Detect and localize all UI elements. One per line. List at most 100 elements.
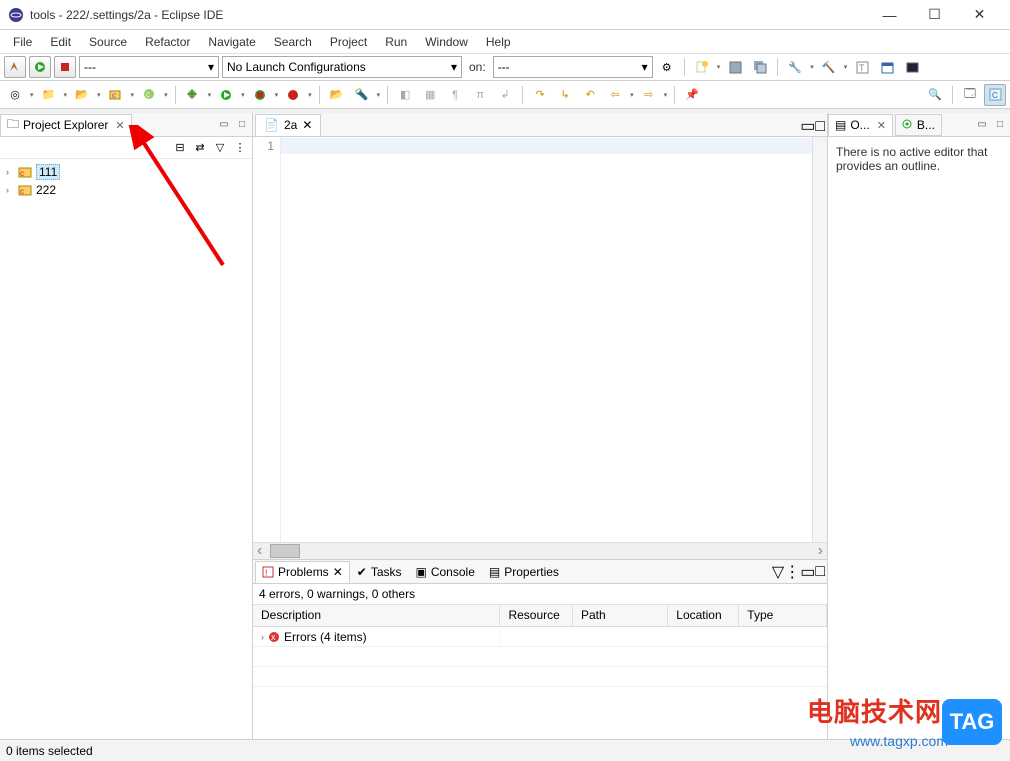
maximize-view-icon[interactable]: □ <box>992 117 1008 133</box>
menu-refactor[interactable]: Refactor <box>136 35 199 49</box>
build-targets-tab[interactable]: B... <box>895 114 942 136</box>
chevron-down-icon[interactable]: ▾ <box>207 91 213 99</box>
step-into-icon[interactable]: ↳ <box>554 84 576 106</box>
chevron-down-icon[interactable]: ▾ <box>843 63 849 71</box>
properties-tab[interactable]: ▤Properties <box>482 561 566 583</box>
maximize-view-icon[interactable]: □ <box>234 117 250 133</box>
step-back-icon[interactable]: ↶ <box>579 84 601 106</box>
menu-source[interactable]: Source <box>80 35 136 49</box>
target-icon[interactable]: ◎ <box>4 84 26 106</box>
menu-help[interactable]: Help <box>477 35 520 49</box>
profile-icon[interactable] <box>282 84 304 106</box>
editor-tab[interactable]: 📄 2a ✕ <box>255 114 321 136</box>
project-item[interactable]: › c 222 <box>2 181 250 199</box>
gear-icon[interactable]: ⚙ <box>656 56 678 78</box>
view-menu-icon[interactable]: ⋮ <box>232 140 248 156</box>
toggle-mark-icon[interactable]: ◧ <box>394 84 416 106</box>
menu-project[interactable]: Project <box>321 35 376 49</box>
wrap-icon[interactable]: ↲ <box>494 84 516 106</box>
chevron-down-icon[interactable]: ▾ <box>716 63 722 71</box>
show-whitespace-icon[interactable]: ¶ <box>444 84 466 106</box>
nav-forward-icon[interactable]: ⇨ <box>638 84 660 106</box>
close-button[interactable]: ✕ <box>957 0 1002 30</box>
maximize-view-icon[interactable]: □ <box>815 563 825 581</box>
col-description[interactable]: Description <box>253 605 500 626</box>
menu-edit[interactable]: Edit <box>41 35 80 49</box>
debug-icon[interactable] <box>182 84 204 106</box>
project-explorer-tab[interactable]: 🗀 Project Explorer ✕ <box>0 114 132 136</box>
col-location[interactable]: Location <box>668 605 739 626</box>
close-icon[interactable]: ✕ <box>302 118 312 132</box>
close-icon[interactable]: ✕ <box>874 119 886 132</box>
col-type[interactable]: Type <box>739 605 827 626</box>
new-c-class-icon[interactable]: c <box>138 84 160 106</box>
minimize-view-icon[interactable]: ▭ <box>974 117 990 133</box>
close-icon[interactable]: ✕ <box>112 119 124 132</box>
new-folder-icon[interactable]: 📂 <box>71 84 93 106</box>
close-icon[interactable]: ✕ <box>333 565 343 579</box>
collapse-all-icon[interactable]: ⊟ <box>172 140 188 156</box>
chevron-down-icon[interactable]: ▾ <box>663 91 669 99</box>
chevron-down-icon[interactable]: ▾ <box>130 91 136 99</box>
minimize-button[interactable]: — <box>867 0 912 30</box>
step-over-icon[interactable]: ↷ <box>529 84 551 106</box>
chevron-down-icon[interactable]: ▾ <box>63 91 69 99</box>
menu-navigate[interactable]: Navigate <box>199 35 264 49</box>
view-menu-icon[interactable]: ⋮ <box>784 562 800 582</box>
problems-table[interactable]: Description Resource Path Location Type … <box>253 605 827 739</box>
save-icon[interactable] <box>724 56 746 78</box>
pin-icon[interactable]: 📌 <box>681 84 703 106</box>
search-icon[interactable]: 🔍 <box>924 84 946 106</box>
minimize-view-icon[interactable]: ▭ <box>216 117 232 133</box>
table-row[interactable]: › x Errors (4 items) <box>253 627 827 647</box>
flashlight-icon[interactable]: 🔦 <box>351 84 373 106</box>
chevron-down-icon[interactable]: ▾ <box>376 91 382 99</box>
toggle-block-icon[interactable]: ▦ <box>419 84 441 106</box>
open-perspective-icon[interactable]: 🗔 <box>959 84 981 106</box>
new-project-icon[interactable]: 📁 <box>38 84 60 106</box>
expand-icon[interactable]: › <box>6 167 16 177</box>
col-resource[interactable]: Resource <box>500 605 573 626</box>
console-tab[interactable]: ▣Console <box>409 561 482 583</box>
problems-tab[interactable]: ! Problems ✕ <box>255 561 350 583</box>
minimize-view-icon[interactable]: ▭ <box>800 562 815 582</box>
filter-icon[interactable]: ▽ <box>212 140 228 156</box>
pi-icon[interactable]: π <box>469 84 491 106</box>
launch-target-select[interactable]: ---▾ <box>493 56 653 78</box>
chevron-down-icon[interactable]: ▾ <box>240 91 246 99</box>
launch-config-select[interactable]: ---▾ <box>79 56 219 78</box>
project-item[interactable]: › c 111 <box>2 163 250 181</box>
chevron-down-icon[interactable]: ▾ <box>274 91 280 99</box>
open-folder-icon[interactable]: 📂 <box>326 84 348 106</box>
chevron-down-icon[interactable]: ▾ <box>629 91 635 99</box>
stop-button[interactable] <box>54 56 76 78</box>
build-button[interactable] <box>4 56 26 78</box>
run-button[interactable] <box>29 56 51 78</box>
terminal-icon[interactable] <box>901 56 923 78</box>
project-tree[interactable]: › c 111 › c 222 <box>0 159 252 739</box>
horizontal-scrollbar[interactable]: ‹› <box>253 542 827 559</box>
hammer-icon[interactable]: 🔨 <box>818 56 840 78</box>
outline-tab[interactable]: ▤ O... ✕ <box>828 114 893 136</box>
link-editor-icon[interactable]: ⇄ <box>192 140 208 156</box>
menu-search[interactable]: Search <box>265 35 321 49</box>
col-path[interactable]: Path <box>573 605 668 626</box>
maximize-button[interactable]: ☐ <box>912 0 957 30</box>
chevron-down-icon[interactable]: ▾ <box>307 91 313 99</box>
chevron-down-icon[interactable]: ▾ <box>96 91 102 99</box>
coverage-icon[interactable] <box>249 84 271 106</box>
editor-area[interactable]: 1 <box>253 137 827 542</box>
overview-ruler[interactable] <box>812 137 827 542</box>
menu-window[interactable]: Window <box>416 35 477 49</box>
maximize-view-icon[interactable]: □ <box>815 118 825 136</box>
chevron-down-icon[interactable]: ▾ <box>29 91 35 99</box>
menu-file[interactable]: File <box>4 35 41 49</box>
open-type-icon[interactable]: T <box>851 56 873 78</box>
new-c-project-icon[interactable]: c <box>105 84 127 106</box>
c-perspective-icon[interactable]: C <box>984 84 1006 106</box>
menu-run[interactable]: Run <box>376 35 416 49</box>
wrench-icon[interactable]: 🔧 <box>784 56 806 78</box>
calendar-icon[interactable] <box>876 56 898 78</box>
save-all-icon[interactable] <box>749 56 771 78</box>
expand-icon[interactable]: › <box>6 185 16 195</box>
